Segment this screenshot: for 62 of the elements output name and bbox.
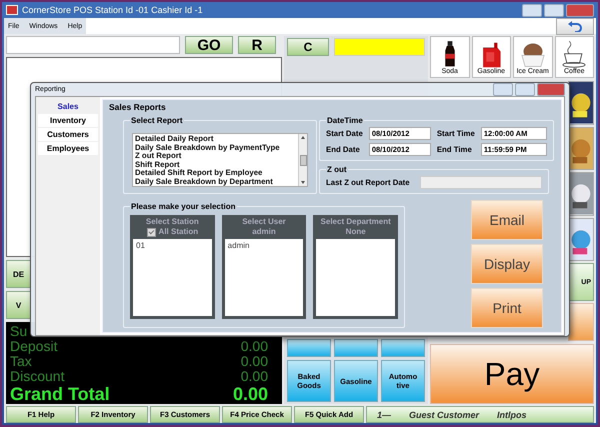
function-button[interactable]: V xyxy=(6,291,31,319)
report-tab[interactable]: Employees xyxy=(38,142,98,155)
close-button[interactable] xyxy=(566,4,594,16)
z-out-date-field[interactable] xyxy=(420,176,542,189)
group-title: DateTime xyxy=(326,116,364,125)
panel-title: Select Department xyxy=(320,217,392,227)
bottle-icon xyxy=(445,41,454,66)
report-tab[interactable]: Sales xyxy=(38,100,98,113)
category-button[interactable] xyxy=(334,339,378,357)
selection-list[interactable]: 01 xyxy=(133,239,212,316)
total-label: Deposit xyxy=(10,339,58,354)
report-tab[interactable]: Customers xyxy=(38,128,98,141)
checkbox[interactable] xyxy=(146,228,156,236)
go-button[interactable]: GO xyxy=(185,36,233,54)
scan-field[interactable] xyxy=(6,36,180,54)
app-icon xyxy=(6,5,18,15)
action-button[interactable] xyxy=(568,303,594,341)
minimize-button[interactable] xyxy=(522,4,542,16)
report-button[interactable]: Display xyxy=(471,244,543,284)
total-value: 0.00 xyxy=(240,354,268,369)
gas-can-icon xyxy=(483,42,501,68)
minimize-button[interactable] xyxy=(493,83,513,96)
ticket-number: 1— xyxy=(377,410,392,420)
maximize-button[interactable] xyxy=(544,4,564,16)
total-value: 0.00 xyxy=(240,369,268,384)
section-title: Sales Reports xyxy=(109,102,167,112)
group-title: Please make your selection xyxy=(130,202,236,211)
selection-list[interactable]: admin xyxy=(224,239,304,316)
category-button[interactable] xyxy=(287,339,331,357)
panel-title: Select User xyxy=(241,217,287,227)
list-item[interactable]: 01 xyxy=(136,241,145,250)
undo-button[interactable] xyxy=(556,18,594,34)
total-value: 0.00 xyxy=(240,339,268,354)
user-name: Intlpos xyxy=(497,410,527,420)
ice-cream-bowl-icon xyxy=(521,44,544,67)
reset-button[interactable]: R xyxy=(238,36,276,54)
grand-total-label: Grand Total xyxy=(10,384,110,404)
list-item[interactable]: admin xyxy=(228,241,250,250)
pay-button[interactable]: Pay xyxy=(430,344,594,404)
category-button[interactable] xyxy=(381,339,425,357)
checkbox-label: All Station xyxy=(158,227,198,237)
group-title: Select Report xyxy=(130,116,184,125)
report-tab[interactable]: Inventory xyxy=(38,114,98,127)
undo-icon xyxy=(567,20,583,32)
panel-value: admin xyxy=(251,227,277,237)
report-button[interactable]: Print xyxy=(471,288,543,328)
clear-button[interactable]: C xyxy=(287,38,329,56)
coffee-cup-icon xyxy=(562,40,586,68)
report-button[interactable]: Email xyxy=(471,200,543,240)
total-label: Discount xyxy=(10,369,64,384)
panel-value: None xyxy=(344,227,367,237)
panel-title: Select Station xyxy=(144,217,200,227)
total-label: Su xyxy=(10,324,28,339)
scrollbar[interactable] xyxy=(298,134,307,186)
grand-total-value: 0.00 xyxy=(232,384,268,404)
window-title: CornerStore POS Station Id -01 Cashier Id -1 xyxy=(22,5,203,15)
customer-name: Guest Customer xyxy=(409,410,480,420)
function-button[interactable]: DE xyxy=(6,260,31,288)
close-button[interactable] xyxy=(537,83,565,96)
total-label: Tax xyxy=(10,354,32,369)
group-title: Z out xyxy=(326,165,348,174)
maximize-button[interactable] xyxy=(515,83,535,96)
